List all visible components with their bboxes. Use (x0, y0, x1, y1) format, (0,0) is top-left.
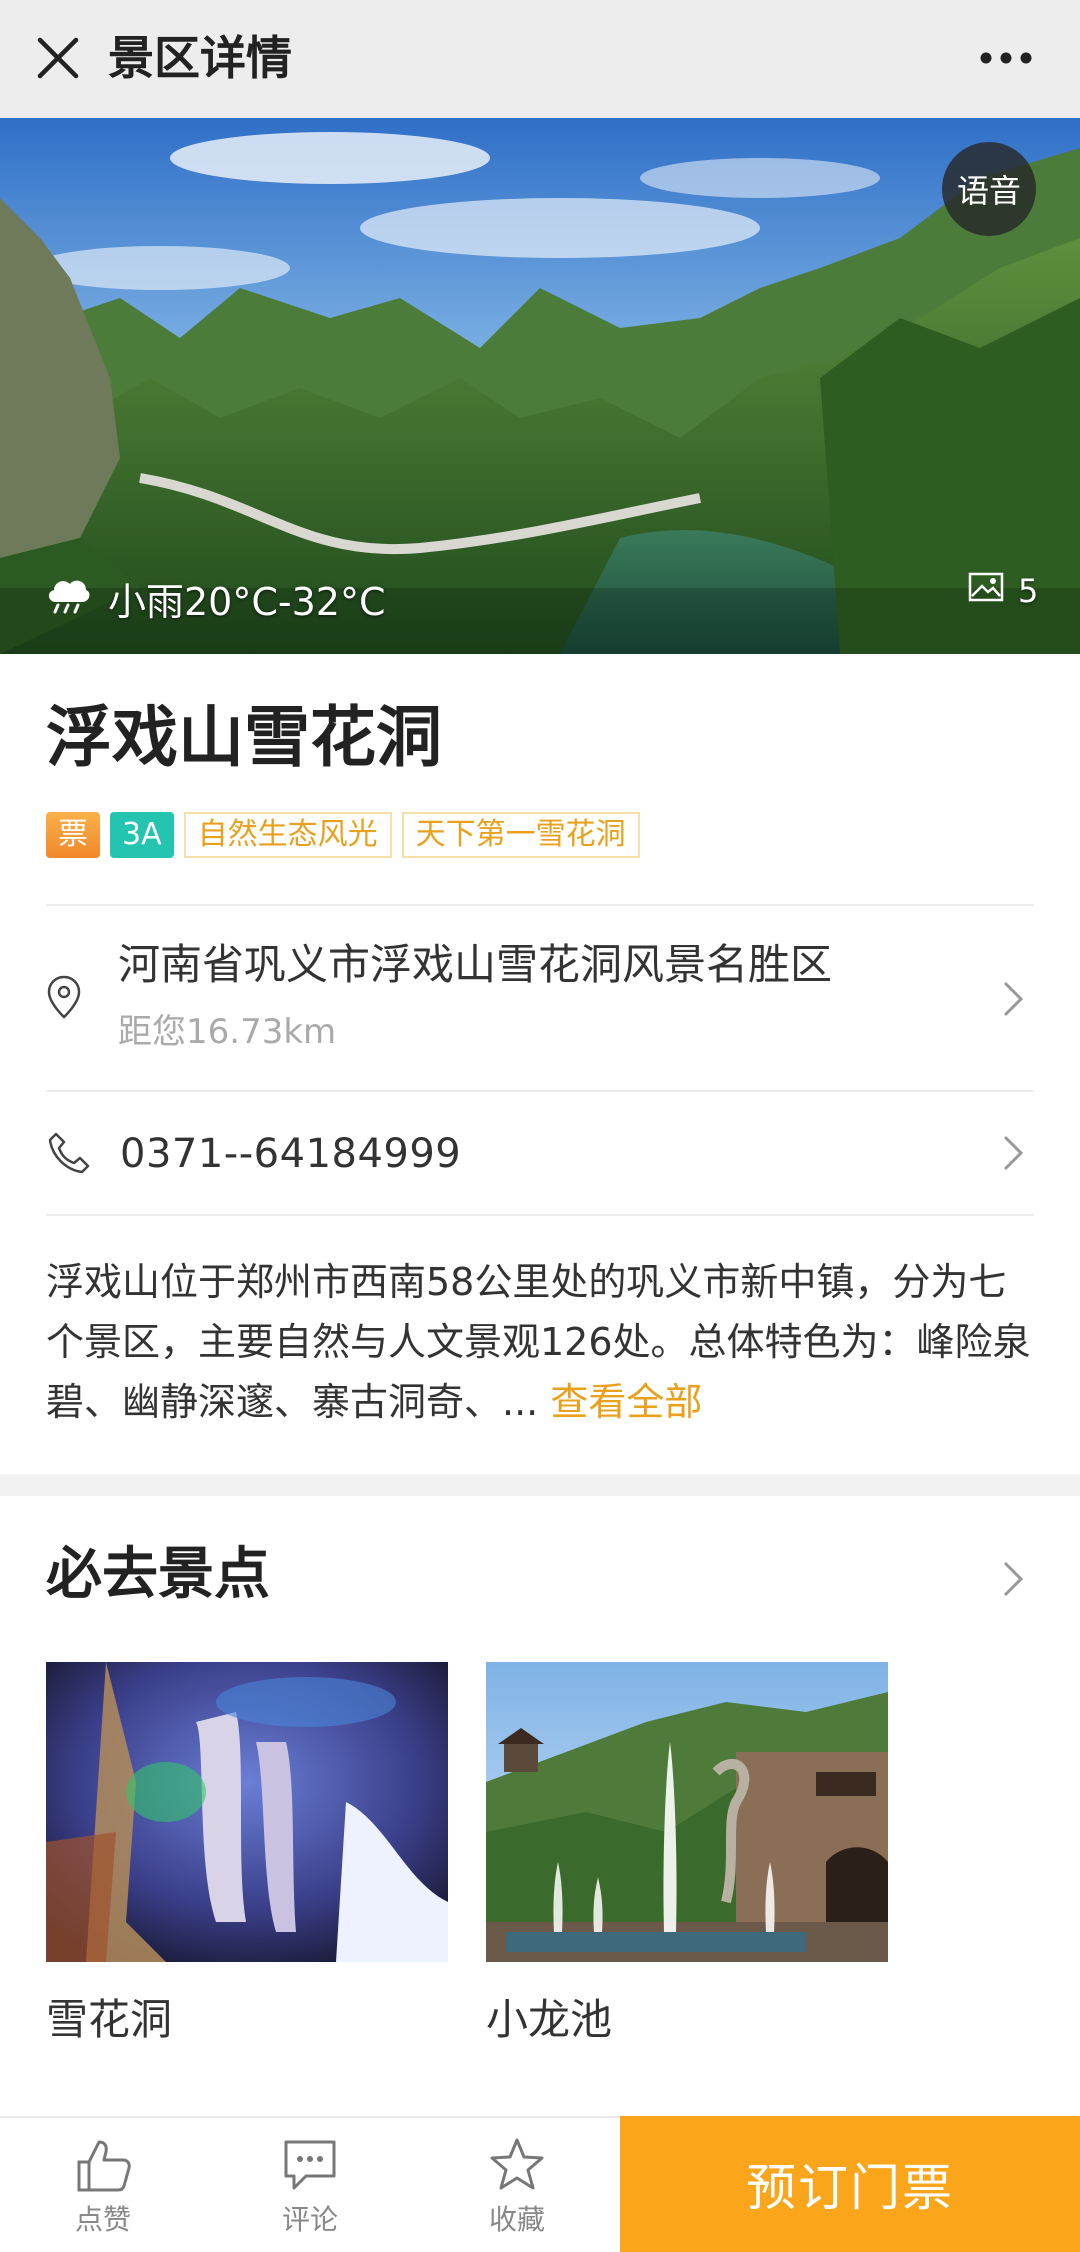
rain-cloud-icon (44, 574, 92, 623)
weather-info: 小雨20°C-32°C (44, 568, 386, 628)
spot-name[interactable]: 雪花洞 (46, 1992, 172, 2048)
close-icon (37, 37, 79, 79)
image-icon (968, 572, 1004, 610)
book-ticket-button[interactable]: 预订门票 (620, 2116, 1080, 2252)
spot-image-dragon-pool[interactable] (486, 1662, 888, 1962)
phone-number[interactable]: 0371--64184999 (120, 1128, 461, 1180)
description-text: 浮戏山位于郑州市西南58公里处的巩义市新中镇，分为七个景区，主要自然与人文景观1… (46, 1260, 1031, 1424)
close-button[interactable] (26, 26, 90, 90)
must-visit-title: 必去景点 (46, 1542, 270, 1607)
tag-feature: 天下第一雪花洞 (401, 812, 640, 858)
tag-level: 3A (110, 812, 174, 858)
comment-label: 评论 (281, 2203, 338, 2236)
scenic-name: 浮戏山雪花洞 (46, 699, 442, 776)
phone-icon (46, 1130, 92, 1180)
like-button[interactable]: 点赞 (28, 2136, 178, 2246)
thumbs-up-icon (77, 2140, 131, 2192)
page-title: 景区详情 (108, 31, 292, 85)
view-all-link[interactable]: 查看全部 (550, 1380, 702, 1424)
chevron-right-icon[interactable] (1002, 1560, 1024, 1602)
more-dots-icon (980, 52, 1032, 64)
chevron-right-icon (1002, 1134, 1024, 1176)
like-label: 点赞 (74, 2203, 131, 2236)
tag-list: 票 3A 自然生态风光 天下第一雪花洞 (46, 812, 650, 858)
address-row[interactable] (0, 906, 1080, 1090)
section-gap (0, 1474, 1080, 1496)
comment-button[interactable]: 评论 (235, 2136, 385, 2246)
star-icon (490, 2138, 544, 2190)
divider (46, 1214, 1034, 1216)
spot-image-snowflake-cave[interactable] (46, 1662, 448, 1962)
distance-text: 距您16.73km (118, 1012, 337, 1052)
weather-text: 小雨20°C-32°C (108, 579, 386, 624)
description: 浮戏山位于郑州市西南58公里处的巩义市新中镇，分为七个景区，主要自然与人文景观1… (46, 1252, 1036, 1432)
tag-ticket: 票 (46, 812, 100, 858)
location-pin-icon (46, 974, 82, 1024)
chevron-right-icon (1002, 980, 1024, 1022)
tag-category: 自然生态风光 (183, 812, 392, 858)
photo-count[interactable]: 5 (968, 572, 1038, 610)
comment-icon (284, 2140, 336, 2190)
more-button[interactable] (960, 26, 1052, 90)
favorite-label: 收藏 (488, 2203, 545, 2236)
photo-count-text: 5 (1018, 572, 1039, 610)
address-text: 河南省巩义市浮戏山雪花洞风景名胜区 (118, 940, 833, 989)
spot-name[interactable]: 小龙池 (486, 1992, 612, 2048)
favorite-button[interactable]: 收藏 (442, 2136, 592, 2246)
voice-button[interactable]: 语音 (942, 142, 1036, 236)
